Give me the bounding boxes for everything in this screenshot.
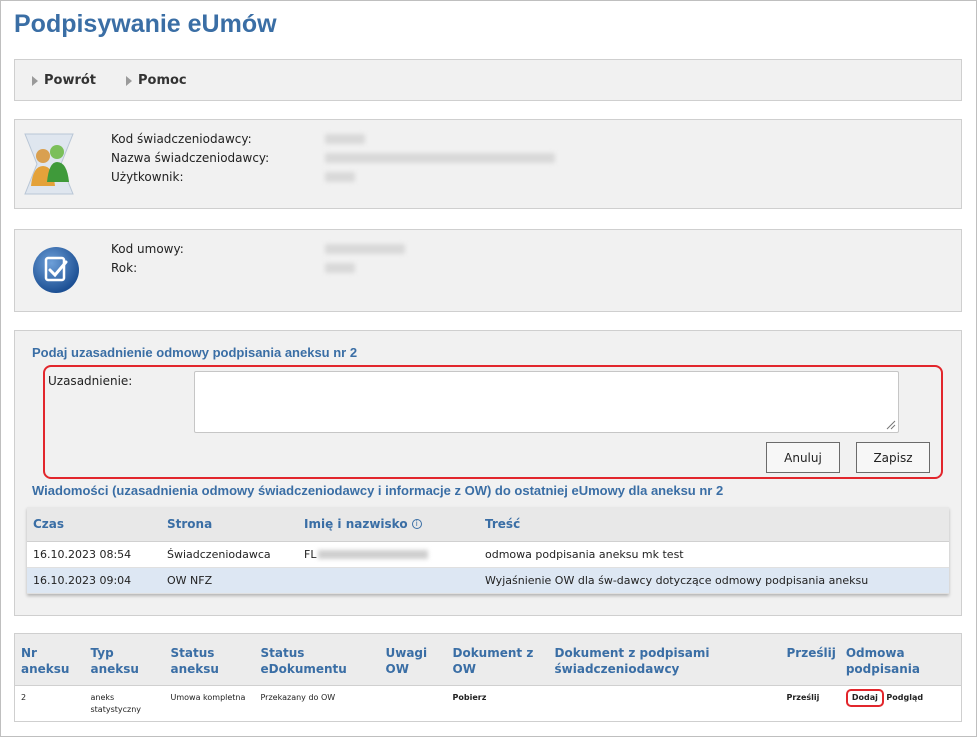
annex-nr: 2 xyxy=(21,693,27,702)
help-label: Pomoc xyxy=(138,73,187,88)
add-refusal-button[interactable]: Dodaj xyxy=(845,689,884,707)
message-content: Wyjaśnienie OW dla św-dawcy dotyczące od… xyxy=(479,567,949,594)
annex-header-row: Nr aneksu Typ aneksu Status aneksu Status eD… xyxy=(14,633,962,686)
col-name: Imię i nazwisko i xyxy=(298,507,479,542)
messages-heading: Wiadomości (uzasadnienia odmowy świadcze… xyxy=(32,483,724,498)
redacted-year xyxy=(325,263,355,273)
provider-info-panel: Kod świadczeniodawcy: Nazwa świadczeniod… xyxy=(14,119,962,209)
messages-table: Czas Strona Imię i nazwisko i Treść 16.1… xyxy=(27,507,949,594)
annex-remarks xyxy=(380,686,447,722)
message-content: odmowa podpisania aneksu mk test xyxy=(479,541,949,568)
triangle-right-icon xyxy=(32,75,38,86)
message-time: 16.10.2023 08:54 xyxy=(27,541,161,568)
preview-link[interactable]: Podgląd xyxy=(886,693,923,702)
contract-year-label: Rok: xyxy=(111,261,138,275)
nav-panel: Powrót Pomoc xyxy=(14,59,962,101)
annex-status: Umowa kompletna xyxy=(170,693,246,702)
redacted-provider-code xyxy=(325,134,365,144)
cancel-button[interactable]: Anuluj xyxy=(766,442,840,473)
contract-info-panel: Kod umowy: Rok: xyxy=(14,229,962,312)
message-row: 16.10.2023 09:04 OW NFZ Wyjaśnienie OW d… xyxy=(27,567,949,594)
refusal-reason-heading: Podaj uzasadnienie odmowy podpisania ane… xyxy=(32,345,358,360)
back-link[interactable]: Powrót xyxy=(32,73,96,88)
edoc-status: Przekazany do OW xyxy=(260,693,336,702)
back-label: Powrót xyxy=(44,73,97,88)
message-row: 16.10.2023 08:54 Świadczeniodawca FL odm… xyxy=(27,541,949,568)
col-content: Treść xyxy=(479,507,949,542)
annex-row: 2 aneks statystyczny Umowa kompletna Prze… xyxy=(15,686,962,722)
messages-header-row: Czas Strona Imię i nazwisko i Treść xyxy=(27,507,949,542)
message-name: FL xyxy=(298,541,479,568)
reason-textarea[interactable] xyxy=(194,371,899,433)
contract-labels: Kod umowy: Rok: xyxy=(111,240,184,278)
annex-table: Nr aneksu Typ aneksu Status aneksu Status eD… xyxy=(14,633,962,722)
message-name-text: FL xyxy=(304,547,317,561)
check-document-icon xyxy=(33,247,79,293)
col-signed-doc: Dokument z podpisami świadczeniodawcy xyxy=(548,633,781,686)
signed-doc xyxy=(549,686,781,722)
col-refusal: Odmowa podpisania xyxy=(839,633,962,686)
col-doc-ow: Dokument z OW xyxy=(446,633,549,686)
redacted-provider-name xyxy=(325,153,555,163)
col-annex-nr: Nr aneksu xyxy=(14,633,85,686)
save-button[interactable]: Zapisz xyxy=(856,442,930,473)
redacted-contract-code xyxy=(325,244,405,254)
col-send: Prześlij xyxy=(780,633,840,686)
refusal-cell: Dodaj Podgląd xyxy=(840,686,962,722)
col-remarks: Uwagi OW xyxy=(379,633,447,686)
col-edoc-status: Status eDokumentu xyxy=(254,633,380,686)
contract-code-label: Kod umowy: xyxy=(111,242,184,256)
users-icon xyxy=(24,133,74,195)
resize-grip-icon[interactable] xyxy=(884,418,896,430)
col-side: Strona xyxy=(161,507,298,542)
provider-labels: Kod świadczeniodawcy: Nazwa świadczeniod… xyxy=(111,130,269,187)
download-link[interactable]: Pobierz xyxy=(447,686,549,722)
page-title: Podpisywanie eUmów xyxy=(14,10,277,38)
provider-user-label: Użytkownik: xyxy=(111,170,184,184)
message-name xyxy=(298,567,479,594)
redacted-name xyxy=(318,550,429,559)
triangle-right-icon xyxy=(126,75,132,86)
col-time: Czas xyxy=(27,507,161,542)
annex-type: aneks statystyczny xyxy=(90,693,142,714)
info-icon[interactable]: i xyxy=(411,519,422,530)
col-name-label: Imię i nazwisko xyxy=(304,516,408,531)
send-link[interactable]: Prześlij xyxy=(781,686,840,722)
page-frame: Podpisywanie eUmów Powrót Pomoc Kod świa… xyxy=(0,0,977,737)
help-link[interactable]: Pomoc xyxy=(126,73,187,88)
message-side: OW NFZ xyxy=(161,567,298,594)
col-annex-status: Status aneksu xyxy=(164,633,255,686)
provider-name-label: Nazwa świadczeniodawcy: xyxy=(111,151,270,165)
col-annex-type: Typ aneksu xyxy=(84,633,165,686)
message-time: 16.10.2023 09:04 xyxy=(27,567,161,594)
reason-field-label: Uzasadnienie: xyxy=(48,374,133,388)
redacted-user xyxy=(325,172,355,182)
message-side: Świadczeniodawca xyxy=(161,541,298,568)
provider-code-label: Kod świadczeniodawcy: xyxy=(111,132,252,146)
refusal-reason-panel: Podaj uzasadnienie odmowy podpisania ane… xyxy=(14,330,962,616)
